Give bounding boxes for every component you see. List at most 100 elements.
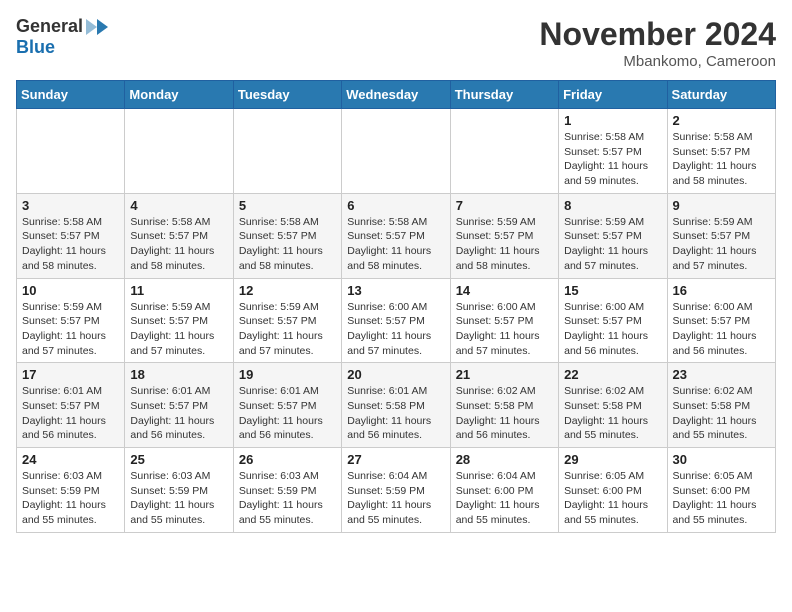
day-info: Sunrise: 6:04 AM Sunset: 6:00 PM Dayligh… [456,469,553,528]
day-info: Sunrise: 6:00 AM Sunset: 5:57 PM Dayligh… [456,300,553,359]
calendar-header-row: Sunday Monday Tuesday Wednesday Thursday… [17,81,776,109]
day-info: Sunrise: 6:01 AM Sunset: 5:57 PM Dayligh… [22,384,119,443]
day-number: 25 [130,452,227,467]
day-number: 20 [347,367,444,382]
day-info: Sunrise: 6:04 AM Sunset: 5:59 PM Dayligh… [347,469,444,528]
table-row [17,109,125,194]
table-row: 25Sunrise: 6:03 AM Sunset: 5:59 PM Dayli… [125,448,233,533]
table-row: 21 Sunrise: 6:02 AM Sunset: 5:58 PM Dayli… [450,363,558,448]
day-info: Sunrise: 6:02 AM Sunset: 5:58 PM Dayligh… [673,384,770,443]
table-row: 10 Sunrise: 5:59 AM Sunset: 5:57 PM Dayli… [17,278,125,363]
day-number: 1 [564,113,661,128]
table-row: 22 Sunrise: 6:02 AM Sunset: 5:58 PM Dayli… [559,363,667,448]
day-number: 8 [564,198,661,213]
day-number: 27 [347,452,444,467]
table-row: 7 Sunrise: 5:59 AM Sunset: 5:57 PM Daylig… [450,193,558,278]
logo-blue-text: Blue [16,37,55,58]
calendar-row: 10 Sunrise: 5:59 AM Sunset: 5:57 PM Dayli… [17,278,776,363]
day-info: Sunrise: 6:01 AM Sunset: 5:58 PM Dayligh… [347,384,444,443]
day-number: 13 [347,283,444,298]
day-number: 19 [239,367,336,382]
day-number: 15 [564,283,661,298]
table-row [450,109,558,194]
day-info: Sunrise: 6:01 AM Sunset: 5:57 PM Dayligh… [130,384,227,443]
day-number: 30 [673,452,770,467]
table-row: 29Sunrise: 6:05 AM Sunset: 6:00 PM Dayli… [559,448,667,533]
day-info: Sunrise: 6:05 AM Sunset: 6:00 PM Dayligh… [673,469,770,528]
table-row: 18Sunrise: 6:01 AM Sunset: 5:57 PM Dayli… [125,363,233,448]
calendar-table: Sunday Monday Tuesday Wednesday Thursday… [16,80,776,533]
day-info: Sunrise: 6:00 AM Sunset: 5:57 PM Dayligh… [347,300,444,359]
col-tuesday: Tuesday [233,81,341,109]
day-info: Sunrise: 5:58 AM Sunset: 5:57 PM Dayligh… [347,215,444,274]
day-number: 12 [239,283,336,298]
calendar-row: 24 Sunrise: 6:03 AM Sunset: 5:59 PM Dayli… [17,448,776,533]
table-row: 16Sunrise: 6:00 AM Sunset: 5:57 PM Dayli… [667,278,775,363]
day-number: 6 [347,198,444,213]
day-number: 26 [239,452,336,467]
day-info: Sunrise: 5:58 AM Sunset: 5:57 PM Dayligh… [564,130,661,189]
table-row: 19 Sunrise: 6:01 AM Sunset: 5:57 PM Dayli… [233,363,341,448]
day-number: 2 [673,113,770,128]
col-friday: Friday [559,81,667,109]
table-row: 26 Sunrise: 6:03 AM Sunset: 5:59 PM Dayli… [233,448,341,533]
day-info: Sunrise: 5:59 AM Sunset: 5:57 PM Dayligh… [673,215,770,274]
day-info: Sunrise: 5:58 AM Sunset: 5:57 PM Dayligh… [673,130,770,189]
day-number: 29 [564,452,661,467]
table-row [233,109,341,194]
table-row: 9 Sunrise: 5:59 AM Sunset: 5:57 PM Daylig… [667,193,775,278]
table-row [342,109,450,194]
table-row: 3Sunrise: 5:58 AM Sunset: 5:57 PM Daylig… [17,193,125,278]
table-row: 14 Sunrise: 6:00 AM Sunset: 5:57 PM Dayli… [450,278,558,363]
day-number: 9 [673,198,770,213]
day-info: Sunrise: 6:03 AM Sunset: 5:59 PM Dayligh… [239,469,336,528]
table-row: 1 Sunrise: 5:58 AM Sunset: 5:57 PM Daylig… [559,109,667,194]
day-number: 11 [130,283,227,298]
col-saturday: Saturday [667,81,775,109]
table-row: 17 Sunrise: 6:01 AM Sunset: 5:57 PM Dayli… [17,363,125,448]
day-info: Sunrise: 6:00 AM Sunset: 5:57 PM Dayligh… [564,300,661,359]
table-row: 28 Sunrise: 6:04 AM Sunset: 6:00 PM Dayli… [450,448,558,533]
logo-general-text: General [16,16,83,37]
logo-flag-icon [86,18,108,36]
month-title: November 2024 [539,16,776,53]
day-info: Sunrise: 6:02 AM Sunset: 5:58 PM Dayligh… [564,384,661,443]
day-number: 17 [22,367,119,382]
table-row: 13 Sunrise: 6:00 AM Sunset: 5:57 PM Dayli… [342,278,450,363]
table-row: 2 Sunrise: 5:58 AM Sunset: 5:57 PM Daylig… [667,109,775,194]
calendar-row: 3Sunrise: 5:58 AM Sunset: 5:57 PM Daylig… [17,193,776,278]
day-number: 14 [456,283,553,298]
calendar-row: 1 Sunrise: 5:58 AM Sunset: 5:57 PM Daylig… [17,109,776,194]
day-number: 5 [239,198,336,213]
day-info: Sunrise: 5:59 AM Sunset: 5:57 PM Dayligh… [22,300,119,359]
day-info: Sunrise: 5:59 AM Sunset: 5:57 PM Dayligh… [456,215,553,274]
table-row: 5Sunrise: 5:58 AM Sunset: 5:57 PM Daylig… [233,193,341,278]
logo: General Blue [16,16,108,58]
day-number: 4 [130,198,227,213]
table-row: 8 Sunrise: 5:59 AM Sunset: 5:57 PM Daylig… [559,193,667,278]
day-info: Sunrise: 5:59 AM Sunset: 5:57 PM Dayligh… [239,300,336,359]
day-number: 21 [456,367,553,382]
col-thursday: Thursday [450,81,558,109]
table-row: 24Sunrise: 6:03 AM Sunset: 5:59 PM Dayli… [17,448,125,533]
day-info: Sunrise: 6:01 AM Sunset: 5:57 PM Dayligh… [239,384,336,443]
day-number: 24 [22,452,119,467]
day-number: 10 [22,283,119,298]
day-info: Sunrise: 5:58 AM Sunset: 5:57 PM Dayligh… [22,215,119,274]
day-number: 23 [673,367,770,382]
table-row: 20 Sunrise: 6:01 AM Sunset: 5:58 PM Dayli… [342,363,450,448]
col-wednesday: Wednesday [342,81,450,109]
day-info: Sunrise: 5:59 AM Sunset: 5:57 PM Dayligh… [564,215,661,274]
day-number: 28 [456,452,553,467]
table-row: 11 Sunrise: 5:59 AM Sunset: 5:57 PM Dayli… [125,278,233,363]
day-info: Sunrise: 5:59 AM Sunset: 5:57 PM Dayligh… [130,300,227,359]
day-info: Sunrise: 6:00 AM Sunset: 5:57 PM Dayligh… [673,300,770,359]
table-row: 4Sunrise: 5:58 AM Sunset: 5:57 PM Daylig… [125,193,233,278]
table-row: 30 Sunrise: 6:05 AM Sunset: 6:00 PM Dayli… [667,448,775,533]
day-info: Sunrise: 6:02 AM Sunset: 5:58 PM Dayligh… [456,384,553,443]
table-row: 15 Sunrise: 6:00 AM Sunset: 5:57 PM Dayli… [559,278,667,363]
calendar-row: 17 Sunrise: 6:01 AM Sunset: 5:57 PM Dayli… [17,363,776,448]
day-number: 7 [456,198,553,213]
table-row: 12 Sunrise: 5:59 AM Sunset: 5:57 PM Dayli… [233,278,341,363]
day-number: 22 [564,367,661,382]
